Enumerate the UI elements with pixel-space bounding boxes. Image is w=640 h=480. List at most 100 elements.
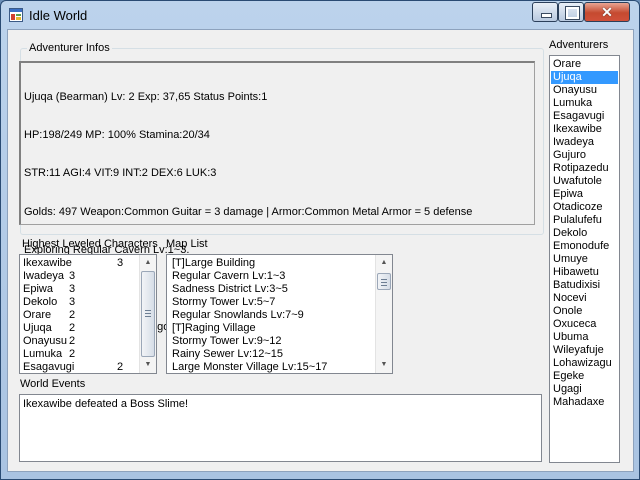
- adventurer-infos-text: Ujuqa (Bearman) Lv: 2 Exp: 37,65 Status …: [19, 61, 535, 333]
- list-item[interactable]: Rotipazedu: [551, 162, 618, 175]
- grip-line: [145, 313, 151, 314]
- world-event-line: Ikexawibe defeated a Boss Slime!: [23, 398, 189, 410]
- adventurers-rows: Orare Ujuqa Onayusu Lumuka Esagavugi Ike…: [551, 58, 618, 409]
- character-name: Onayusu: [23, 335, 68, 347]
- list-item[interactable]: Orare 2: [21, 309, 139, 322]
- list-item[interactable]: Ugagi: [551, 383, 618, 396]
- list-item[interactable]: Egeke: [551, 370, 618, 383]
- map-list[interactable]: [T]Large Building Regular Cavern Lv:1~3 …: [166, 254, 393, 374]
- list-item[interactable]: Stormy Tower Lv:9~12: [170, 335, 375, 348]
- list-item[interactable]: Epiwa 3: [21, 283, 139, 296]
- list-item[interactable]: Onayusu: [551, 84, 618, 97]
- character-level: 2: [69, 322, 76, 334]
- list-item[interactable]: Regular Snowlands Lv:7~9: [170, 309, 375, 322]
- character-name: Orare: [23, 309, 52, 321]
- list-item[interactable]: Wileyafuje: [551, 344, 618, 357]
- list-item[interactable]: Ubuma: [551, 331, 618, 344]
- maximize-button[interactable]: [558, 2, 584, 22]
- character-level: 3: [69, 270, 76, 282]
- list-item[interactable]: [T]Large Building: [170, 257, 375, 270]
- adventurer-infos-label: Adventurer Infos: [27, 42, 112, 54]
- info-line: Ujuqa (Bearman) Lv: 2 Exp: 37,65 Status …: [24, 90, 268, 103]
- character-name: Ikexawibe: [23, 257, 72, 269]
- list-item[interactable]: Gujuro: [551, 149, 618, 162]
- highest-leveled-scrollbar[interactable]: ▲ ▼: [139, 255, 156, 373]
- list-item[interactable]: Otadicoze: [551, 201, 618, 214]
- character-name: Dekolo: [23, 296, 58, 308]
- grip-line: [145, 316, 151, 317]
- map-list-rows: [T]Large Building Regular Cavern Lv:1~3 …: [170, 257, 375, 373]
- character-level: 2: [69, 348, 76, 360]
- list-item[interactable]: Rainy Sewer Lv:12~15: [170, 348, 375, 361]
- list-item[interactable]: Esagavugi 2: [21, 361, 139, 373]
- list-item[interactable]: Lumuka: [551, 97, 618, 110]
- list-item[interactable]: Iwadeya: [551, 136, 618, 149]
- list-item[interactable]: Batudixisi: [551, 279, 618, 292]
- map-list-scrollbar[interactable]: ▲ ▼: [375, 255, 392, 373]
- scrollbar-thumb[interactable]: [141, 271, 155, 357]
- character-level: 2: [69, 335, 76, 347]
- close-button[interactable]: ✕: [584, 2, 630, 22]
- list-item-selected[interactable]: Ujuqa: [551, 71, 618, 84]
- list-item[interactable]: Pulalufefu: [551, 214, 618, 227]
- grip-line: [381, 282, 387, 283]
- highest-leveled-label: Highest Leveled Characters: [22, 238, 158, 250]
- list-item[interactable]: Dekolo 3: [21, 296, 139, 309]
- character-name: Iwadeya: [23, 270, 64, 282]
- adventurers-label: Adventurers: [549, 39, 609, 51]
- minimize-icon: [541, 13, 552, 18]
- list-item[interactable]: Emonodufe: [551, 240, 618, 253]
- list-item[interactable]: Ikexawibe 3: [21, 257, 139, 270]
- info-line: STR:11 AGI:4 VIT:9 INT:2 DEX:6 LUK:3: [24, 167, 217, 180]
- character-level: 3: [69, 283, 76, 295]
- character-level: 3: [69, 296, 76, 308]
- scroll-up-arrow-icon[interactable]: ▲: [141, 256, 155, 270]
- list-item[interactable]: Iwadeya 3: [21, 270, 139, 283]
- highest-leveled-list[interactable]: Ikexawibe 3 Iwadeya 3 Epiwa 3 Dekolo 3 Orare…: [19, 254, 157, 374]
- character-name: Epiwa: [23, 283, 53, 295]
- list-item[interactable]: Mahadaxe: [551, 396, 618, 409]
- minimize-button[interactable]: [532, 2, 558, 22]
- adventurers-list[interactable]: Orare Ujuqa Onayusu Lumuka Esagavugi Ike…: [549, 55, 620, 463]
- grip-line: [381, 279, 387, 280]
- scroll-up-arrow-icon[interactable]: ▲: [377, 256, 391, 270]
- list-item[interactable]: Dekolo: [551, 227, 618, 240]
- list-item[interactable]: Ikexawibe: [551, 123, 618, 136]
- list-item[interactable]: Lumuka 2: [21, 348, 139, 361]
- list-item[interactable]: Large Monster Village Lv:15~17: [170, 361, 375, 373]
- list-item[interactable]: Stormy Tower Lv:5~7: [170, 296, 375, 309]
- list-item[interactable]: Sadness District Lv:3~5: [170, 283, 375, 296]
- maximize-icon: [565, 6, 580, 20]
- scroll-down-arrow-icon[interactable]: ▼: [141, 358, 155, 372]
- list-item[interactable]: Nocevi: [551, 292, 618, 305]
- list-item[interactable]: Orare: [551, 58, 618, 71]
- app-window-icon: [9, 8, 23, 22]
- list-item[interactable]: Esagavugi: [551, 110, 618, 123]
- title-bar[interactable]: Idle World ✕: [1, 1, 639, 31]
- window-title: Idle World: [29, 8, 88, 23]
- list-item[interactable]: Hibawetu: [551, 266, 618, 279]
- info-line: HP:198/249 MP: 100% Stamina:20/34: [24, 128, 210, 141]
- map-list-label: Map List: [166, 238, 208, 250]
- info-line: Golds: 497 Weapon:Common Guitar = 3 dama…: [24, 205, 473, 218]
- scroll-down-arrow-icon[interactable]: ▼: [377, 358, 391, 372]
- list-item[interactable]: Uwafutole: [551, 175, 618, 188]
- character-name: Ujuqa: [23, 322, 52, 334]
- world-events-label: World Events: [20, 378, 86, 390]
- character-level: 2: [117, 361, 124, 373]
- character-name: Esagavugi: [23, 361, 75, 373]
- grip-line: [381, 285, 387, 286]
- world-events-box[interactable]: Ikexawibe defeated a Boss Slime!: [19, 394, 542, 462]
- list-item[interactable]: Onayusu 2: [21, 335, 139, 348]
- character-level: 3: [117, 257, 124, 269]
- list-item[interactable]: Epiwa: [551, 188, 618, 201]
- list-item[interactable]: Lohawizagu: [551, 357, 618, 370]
- highest-leveled-rows: Ikexawibe 3 Iwadeya 3 Epiwa 3 Dekolo 3 Orare…: [21, 257, 139, 373]
- list-item[interactable]: Regular Cavern Lv:1~3: [170, 270, 375, 283]
- scrollbar-thumb[interactable]: [377, 273, 391, 290]
- list-item[interactable]: Umuye: [551, 253, 618, 266]
- list-item[interactable]: Onole: [551, 305, 618, 318]
- list-item[interactable]: Ujuqa 2: [21, 322, 139, 335]
- list-item[interactable]: [T]Raging Village: [170, 322, 375, 335]
- list-item[interactable]: Oxuceca: [551, 318, 618, 331]
